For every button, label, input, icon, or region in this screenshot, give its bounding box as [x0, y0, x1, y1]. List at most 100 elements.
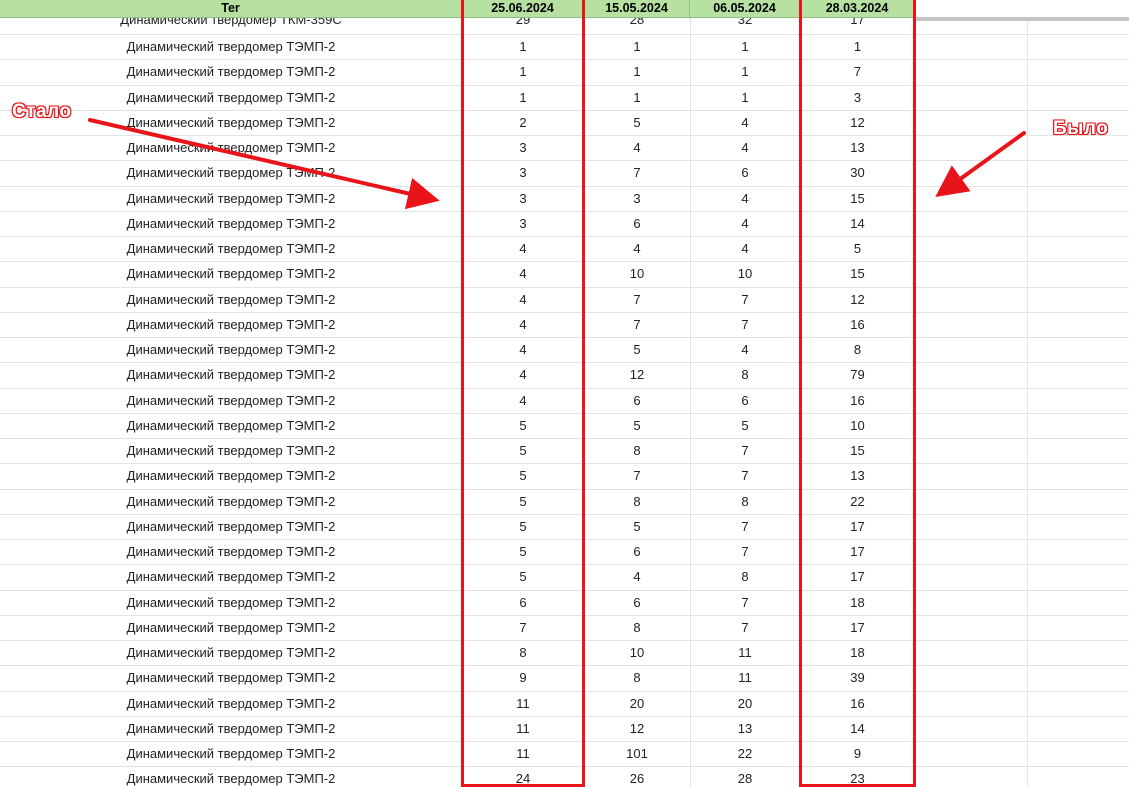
cell-date-4[interactable]: 22 [800, 489, 915, 514]
cell-date-3[interactable]: 5 [690, 413, 800, 438]
table-row[interactable]: Динамический твердомер ТЭМП-2 2 5 4 12 [0, 110, 1129, 135]
table-row[interactable]: Динамический твердомер ТЭМП-2 11 12 13 14 [0, 716, 1129, 741]
cell-device-name[interactable]: Динамический твердомер ТЭМП-2 [0, 716, 462, 741]
cell-device-name[interactable]: Динамический твердомер ТЭМП-2 [0, 463, 462, 488]
cell-date-4[interactable]: 13 [800, 135, 915, 160]
cell-date-4[interactable]: 17 [800, 564, 915, 589]
cell-device-name[interactable]: Динамический твердомер ТЭМП-2 [0, 489, 462, 514]
cell-date-2[interactable]: 8 [584, 665, 690, 690]
table-row[interactable]: Динамический твердомер ТЭМП-2 3 6 4 14 [0, 211, 1129, 236]
cell-date-1[interactable]: 5 [462, 413, 584, 438]
cell-date-3[interactable]: 6 [690, 388, 800, 413]
cell-date-3[interactable]: 7 [690, 438, 800, 463]
cell-date-1[interactable]: 6 [462, 590, 584, 615]
cell-date-4[interactable]: 7 [800, 59, 915, 84]
cell-date-1[interactable]: 4 [462, 312, 584, 337]
cell-date-2[interactable]: 1 [584, 59, 690, 84]
cell-date-2[interactable]: 20 [584, 691, 690, 716]
cell-date-4[interactable]: 39 [800, 665, 915, 690]
cell-date-3[interactable]: 7 [690, 590, 800, 615]
table-row[interactable]: Динамический твердомер ТЭМП-2 4 4 4 5 [0, 236, 1129, 261]
cell-date-2[interactable]: 7 [584, 287, 690, 312]
header-date-4[interactable]: 28.03.2024 [800, 0, 915, 18]
cell-date-2[interactable]: 4 [584, 135, 690, 160]
table-row[interactable]: Динамический твердомер ТЭМП-2 8 10 11 18 [0, 640, 1129, 665]
cell-date-3[interactable]: 7 [690, 514, 800, 539]
cell-date-2[interactable]: 10 [584, 261, 690, 286]
cell-date-1[interactable]: 9 [462, 665, 584, 690]
cell-date-3[interactable]: 4 [690, 211, 800, 236]
cell-date-1[interactable]: 11 [462, 741, 584, 766]
cell-date-1[interactable]: 7 [462, 615, 584, 640]
header-tag[interactable]: Ter [0, 0, 462, 18]
cell-device-name[interactable]: Динамический твердомер ТЭМП-2 [0, 211, 462, 236]
header-date-3[interactable]: 06.05.2024 [690, 0, 800, 18]
cell-date-4[interactable]: 15 [800, 186, 915, 211]
table-row[interactable]: Динамический твердомер ТЭМП-2 4 5 4 8 [0, 337, 1129, 362]
cell-device-name[interactable]: Динамический твердомер ТЭМП-2 [0, 160, 462, 185]
table-row[interactable]: Динамический твердомер ТЭМП-2 11 101 22 9 [0, 741, 1129, 766]
cell-date-2[interactable]: 12 [584, 362, 690, 387]
cell-date-4[interactable]: 14 [800, 211, 915, 236]
header-date-1[interactable]: 25.06.2024 [462, 0, 584, 18]
cell-date-4[interactable]: 3 [800, 85, 915, 110]
header-date-2[interactable]: 15.05.2024 [584, 0, 690, 18]
cell-device-name[interactable]: Динамический твердомер ТКМ-359С [0, 18, 462, 32]
cell-date-4[interactable]: 16 [800, 388, 915, 413]
cell-date-3[interactable]: 8 [690, 564, 800, 589]
cell-date-1[interactable]: 4 [462, 388, 584, 413]
cell-date-1[interactable]: 3 [462, 211, 584, 236]
cell-date-1[interactable]: 3 [462, 135, 584, 160]
table-row[interactable]: Динамический твердомер ТЭМП-2 4 6 6 16 [0, 388, 1129, 413]
cell-date-2[interactable]: 1 [584, 34, 690, 59]
table-row[interactable]: Динамический твердомер ТЭМП-2 3 3 4 15 [0, 186, 1129, 211]
cell-date-4[interactable]: 17 [800, 514, 915, 539]
freeze-divider[interactable] [915, 17, 1129, 21]
cell-date-1[interactable]: 3 [462, 160, 584, 185]
cell-date-3[interactable]: 11 [690, 665, 800, 690]
cell-device-name[interactable]: Динамический твердомер ТЭМП-2 [0, 312, 462, 337]
cell-date-4[interactable]: 1 [800, 34, 915, 59]
cell-date-3[interactable]: 4 [690, 236, 800, 261]
cell-device-name[interactable]: Динамический твердомер ТЭМП-2 [0, 438, 462, 463]
table-row[interactable]: Динамический твердомер ТЭМП-2 4 10 10 15 [0, 261, 1129, 286]
cell-date-4[interactable]: 18 [800, 590, 915, 615]
cell-date-1[interactable]: 11 [462, 691, 584, 716]
cell-device-name[interactable]: Динамический твердомер ТЭМП-2 [0, 640, 462, 665]
cell-date-4[interactable]: 17 [800, 615, 915, 640]
cell-date-2[interactable]: 12 [584, 716, 690, 741]
cell-device-name[interactable]: Динамический твердомер ТЭМП-2 [0, 236, 462, 261]
cell-date-3[interactable]: 8 [690, 362, 800, 387]
cell-device-name[interactable]: Динамический твердомер ТЭМП-2 [0, 766, 462, 787]
table-row[interactable]: Динамический твердомер ТЭМП-2 5 4 8 17 [0, 564, 1129, 589]
cell-date-1[interactable]: 2 [462, 110, 584, 135]
cell-date-3[interactable]: 28 [690, 766, 800, 787]
cell-date-2[interactable]: 1 [584, 85, 690, 110]
cell-device-name[interactable]: Динамический твердомер ТЭМП-2 [0, 34, 462, 59]
table-row[interactable]: Динамический твердомер ТЭМП-2 9 8 11 39 [0, 665, 1129, 690]
table-row[interactable]: Динамический твердомер ТЭМП-2 5 5 7 17 [0, 514, 1129, 539]
cell-date-4[interactable]: 17 [800, 539, 915, 564]
cell-date-2[interactable]: 7 [584, 463, 690, 488]
table-row[interactable]: Динамический твердомер ТЭМП-2 7 8 7 17 [0, 615, 1129, 640]
cell-device-name[interactable]: Динамический твердомер ТЭМП-2 [0, 665, 462, 690]
cell-date-3[interactable]: 32 [690, 18, 800, 32]
cell-date-2[interactable]: 7 [584, 312, 690, 337]
cell-date-4[interactable]: 8 [800, 337, 915, 362]
cell-device-name[interactable]: Динамический твердомер ТЭМП-2 [0, 388, 462, 413]
cell-date-1[interactable]: 5 [462, 463, 584, 488]
cell-date-1[interactable]: 1 [462, 85, 584, 110]
cell-date-2[interactable]: 101 [584, 741, 690, 766]
cell-date-1[interactable]: 24 [462, 766, 584, 787]
cell-date-4[interactable]: 15 [800, 261, 915, 286]
cell-date-2[interactable]: 6 [584, 539, 690, 564]
cell-date-2[interactable]: 4 [584, 236, 690, 261]
cell-device-name[interactable]: Динамический твердомер ТЭМП-2 [0, 741, 462, 766]
cell-device-name[interactable]: Динамический твердомер ТЭМП-2 [0, 514, 462, 539]
cell-date-1[interactable]: 1 [462, 59, 584, 84]
cell-date-3[interactable]: 1 [690, 59, 800, 84]
table-row[interactable]: Динамический твердомер ТЭМП-2 24 26 28 23 [0, 766, 1129, 787]
cell-date-3[interactable]: 1 [690, 34, 800, 59]
cell-date-1[interactable]: 4 [462, 337, 584, 362]
cell-date-4[interactable]: 17 [800, 18, 915, 32]
